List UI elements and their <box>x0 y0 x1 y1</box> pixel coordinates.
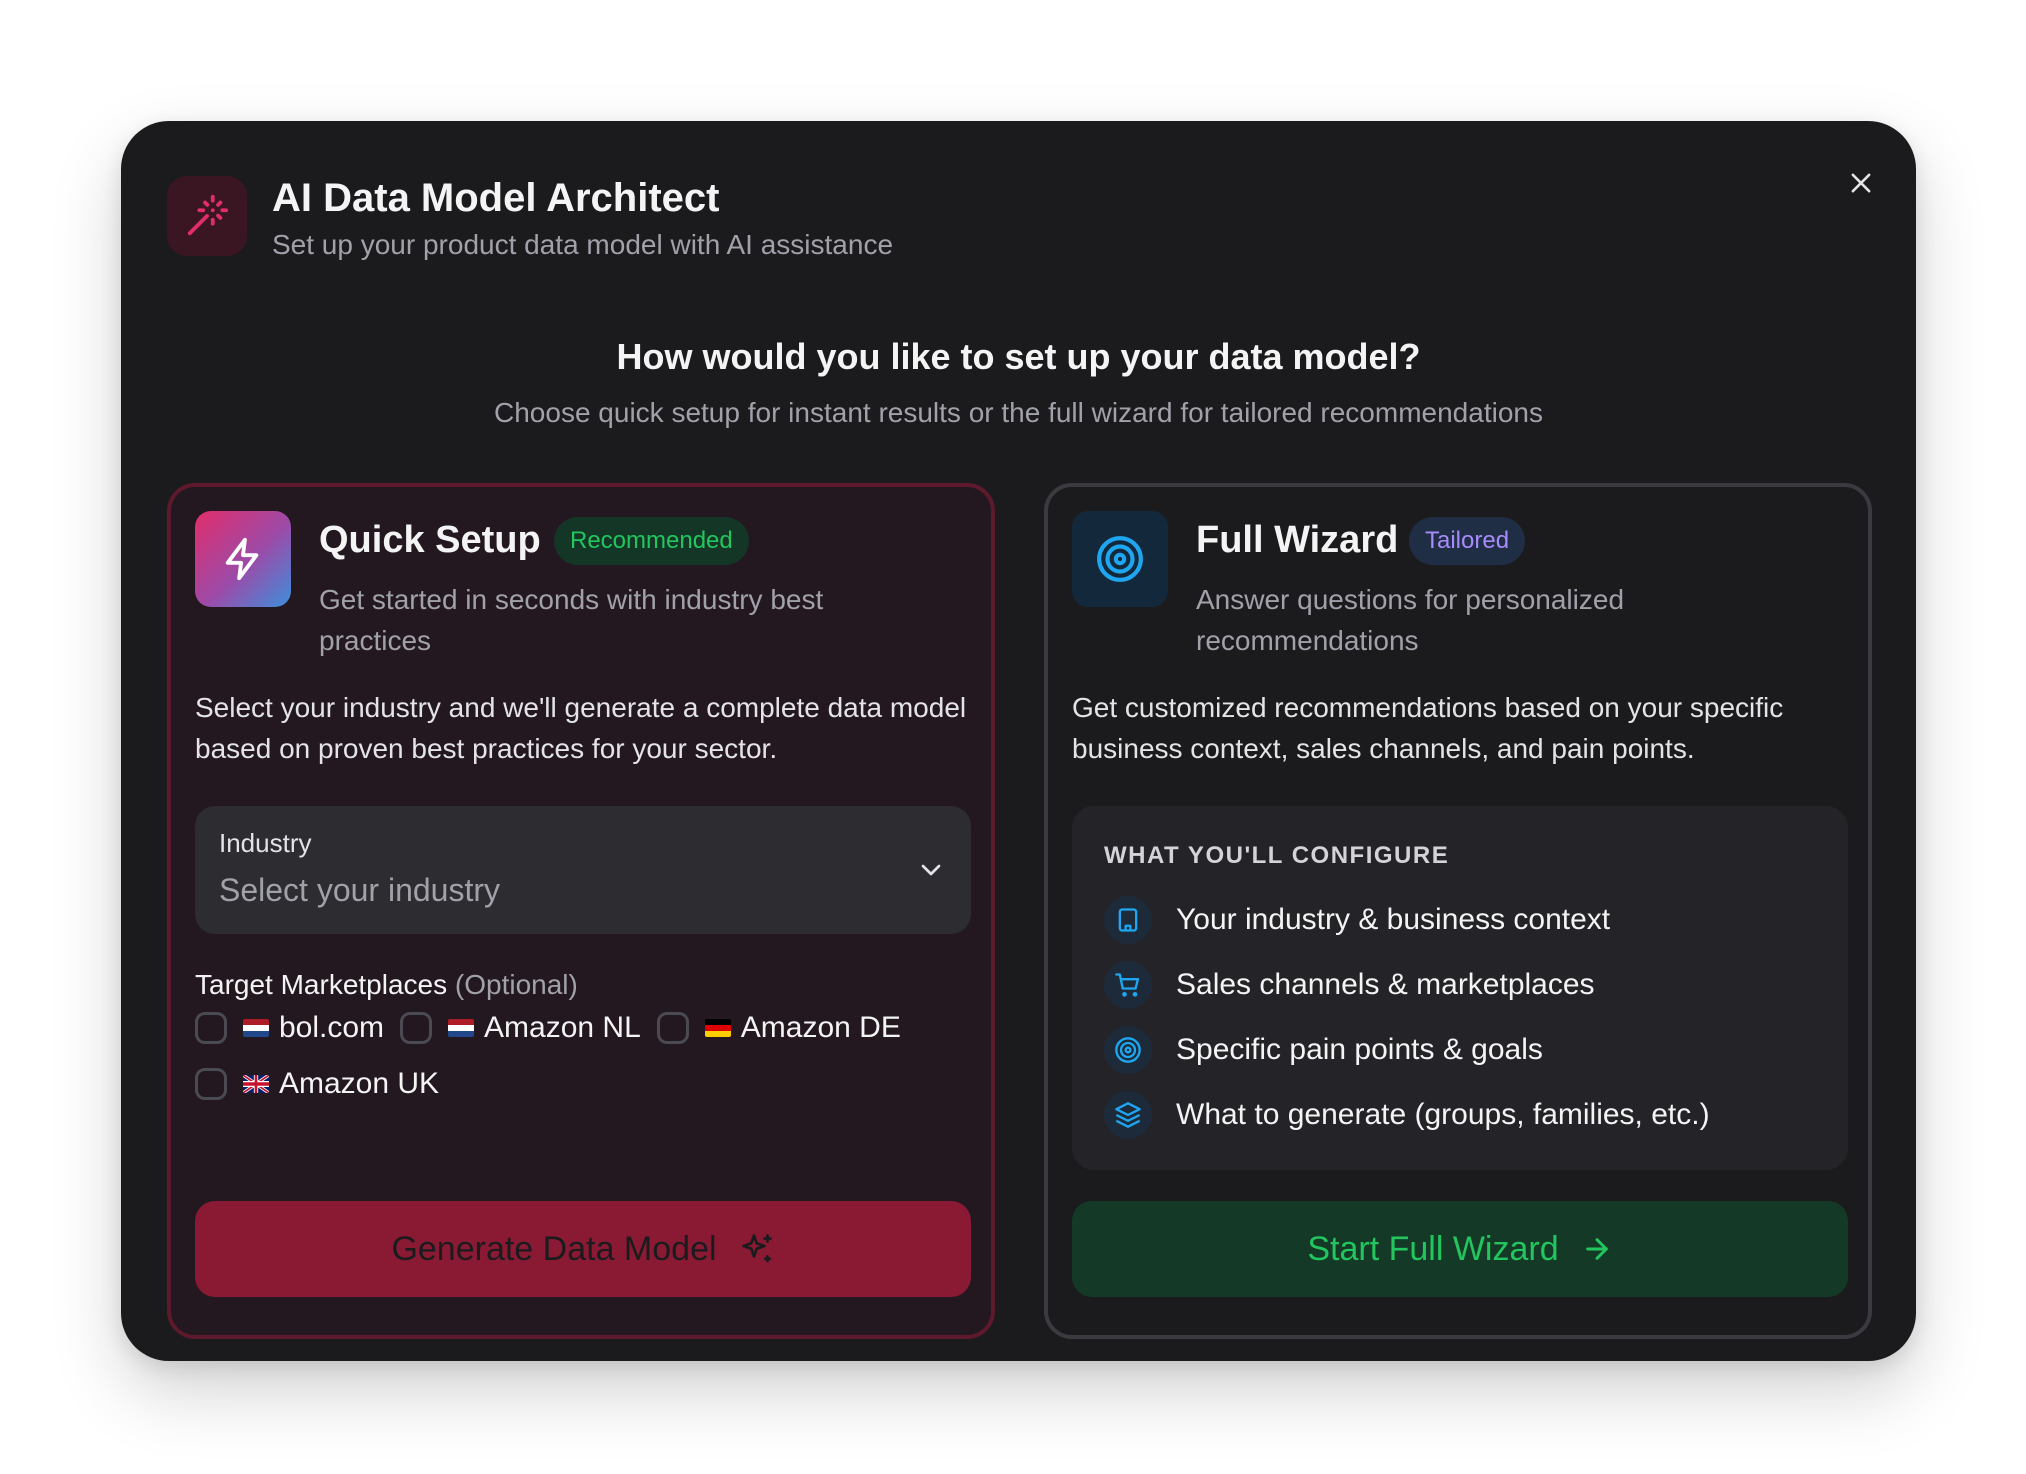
configure-item-label: What to generate (groups, families, etc.… <box>1176 1098 1710 1131</box>
full-wizard-subtitle: Answer questions for personalized recomm… <box>1196 584 1625 656</box>
industry-select[interactable]: Industry Select your industry <box>195 806 971 934</box>
industry-select-label: Industry <box>219 828 312 858</box>
tailored-badge: Tailored <box>1409 517 1526 565</box>
industry-select-placeholder: Select your industry <box>219 872 501 908</box>
question-subtitle: Choose quick setup for instant results o… <box>494 397 1543 428</box>
arrow-right-icon <box>1581 1233 1613 1265</box>
configure-item: Specific pain points & goals <box>1104 1026 1543 1074</box>
marketplace-label: Amazon UK <box>279 1067 440 1100</box>
start-wizard-button-label: Start Full Wizard <box>1307 1229 1559 1268</box>
full-wizard-description: Get customized recommendations based on … <box>1072 692 1784 764</box>
uk-flag-icon <box>243 1075 269 1093</box>
lightning-icon <box>195 511 291 607</box>
marketplace-amazon-nl[interactable]: Amazon NL <box>400 1011 641 1045</box>
sparkles-icon <box>739 1231 775 1267</box>
marketplaces-title: Target Marketplaces (Optional) <box>195 969 578 1001</box>
recommended-badge: Recommended <box>554 517 749 565</box>
shopping-cart-icon <box>1104 961 1152 1009</box>
marketplace-row: Amazon UK <box>195 1067 455 1101</box>
target-icon <box>1072 511 1168 607</box>
nl-flag-icon <box>448 1019 475 1037</box>
marketplaces-optional: (Optional) <box>454 969 578 1000</box>
marketplace-label: Amazon NL <box>484 1011 641 1044</box>
configure-item-label: Sales channels & marketplaces <box>1176 968 1595 1001</box>
marketplace-label: bol.com <box>279 1011 385 1044</box>
quick-setup-subtitle: Get started in seconds with industry bes… <box>319 584 824 656</box>
amazon-de-checkbox[interactable] <box>656 1012 689 1044</box>
marketplaces-title-text: Target Marketplaces <box>195 969 448 1000</box>
start-full-wizard-button[interactable]: Start Full Wizard <box>1072 1201 1848 1297</box>
configure-item: Your industry & business context <box>1104 896 1610 944</box>
configure-item-label: Specific pain points & goals <box>1176 1033 1543 1066</box>
magic-wand-icon <box>167 176 247 256</box>
configure-item: Sales channels & marketplaces <box>1104 961 1595 1009</box>
marketplace-bol[interactable]: bol.com <box>195 1011 384 1045</box>
generate-button-label: Generate Data Model <box>391 1229 717 1268</box>
configure-title: WHAT YOU'LL CONFIGURE <box>1104 842 1450 869</box>
amazon-uk-checkbox[interactable] <box>195 1068 227 1100</box>
configure-item: What to generate (groups, families, etc.… <box>1104 1091 1710 1139</box>
configure-item-label: Your industry & business context <box>1176 903 1611 936</box>
marketplace-row: bol.com Amazon NL Amazon DE <box>195 1011 917 1045</box>
question-title: How would you like to set up your data m… <box>616 336 1421 377</box>
generate-data-model-button[interactable]: Generate Data Model <box>195 1201 971 1297</box>
amazon-nl-checkbox[interactable] <box>400 1012 433 1044</box>
setup-dialog: AI Data Model Architect Set up your prod… <box>121 121 1916 1361</box>
layers-icon <box>1104 1091 1152 1139</box>
full-wizard-title: Full Wizard <box>1196 519 1399 561</box>
bol-checkbox[interactable] <box>195 1012 227 1044</box>
quick-setup-title: Quick Setup <box>319 519 541 561</box>
full-wizard-card[interactable]: Full Wizard Tailored Answer questions fo… <box>1044 483 1872 1339</box>
marketplace-label: Amazon DE <box>740 1011 901 1044</box>
close-button[interactable] <box>1841 165 1881 205</box>
target-icon <box>1104 1026 1152 1074</box>
de-flag-icon <box>704 1019 731 1037</box>
dialog-subtitle: Set up your product data model with AI a… <box>272 229 894 260</box>
building-icon <box>1104 896 1152 944</box>
nl-flag-icon <box>243 1019 269 1037</box>
chevron-down-icon <box>915 854 947 886</box>
quick-setup-card[interactable]: Quick Setup Recommended Get started in s… <box>167 483 995 1339</box>
dialog-title: AI Data Model Architect <box>272 176 720 220</box>
quick-setup-description: Select your industry and we'll generate … <box>195 692 967 764</box>
configure-box: WHAT YOU'LL CONFIGURE Your industry & bu… <box>1072 806 1848 1170</box>
marketplace-amazon-de[interactable]: Amazon DE <box>656 1011 901 1045</box>
close-icon <box>1847 169 1875 202</box>
marketplace-amazon-uk[interactable]: Amazon UK <box>195 1067 439 1101</box>
